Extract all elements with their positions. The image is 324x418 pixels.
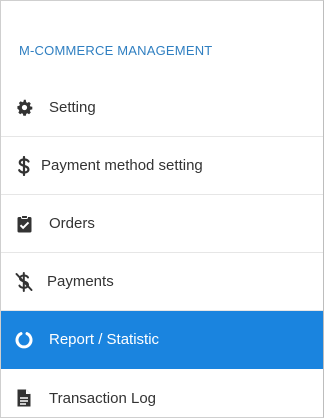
sidebar-item-payment-method-setting[interactable]: Payment method setting bbox=[1, 137, 323, 195]
sidebar-panel: M-COMMERCE MANAGEMENT Setting Payment me… bbox=[0, 0, 324, 418]
sidebar-item-payments[interactable]: Payments bbox=[1, 253, 323, 311]
sidebar-item-report-statistic[interactable]: Report / Statistic bbox=[1, 311, 323, 369]
sidebar-item-orders[interactable]: Orders bbox=[1, 195, 323, 253]
circle-notch-icon bbox=[15, 331, 33, 349]
file-text-icon bbox=[15, 389, 33, 407]
sidebar-item-label: Report / Statistic bbox=[49, 331, 160, 348]
dollar-slash-icon bbox=[15, 271, 33, 292]
dollar-icon bbox=[15, 155, 33, 176]
sidebar-menu: Setting Payment method setting Orders Pa… bbox=[1, 79, 323, 417]
sidebar-item-label: Orders bbox=[49, 215, 95, 232]
clipboard-check-icon bbox=[15, 214, 33, 233]
gear-icon bbox=[15, 99, 33, 117]
sidebar-item-label: Setting bbox=[49, 99, 96, 116]
section-title: M-COMMERCE MANAGEMENT bbox=[19, 43, 213, 58]
sidebar-item-transaction-log[interactable]: Transaction Log bbox=[1, 369, 323, 417]
sidebar-item-label: Transaction Log bbox=[49, 389, 157, 407]
sidebar-item-label: Payments bbox=[47, 273, 114, 290]
sidebar-item-label: Payment method setting bbox=[41, 157, 203, 174]
sidebar-item-setting[interactable]: Setting bbox=[1, 79, 323, 137]
